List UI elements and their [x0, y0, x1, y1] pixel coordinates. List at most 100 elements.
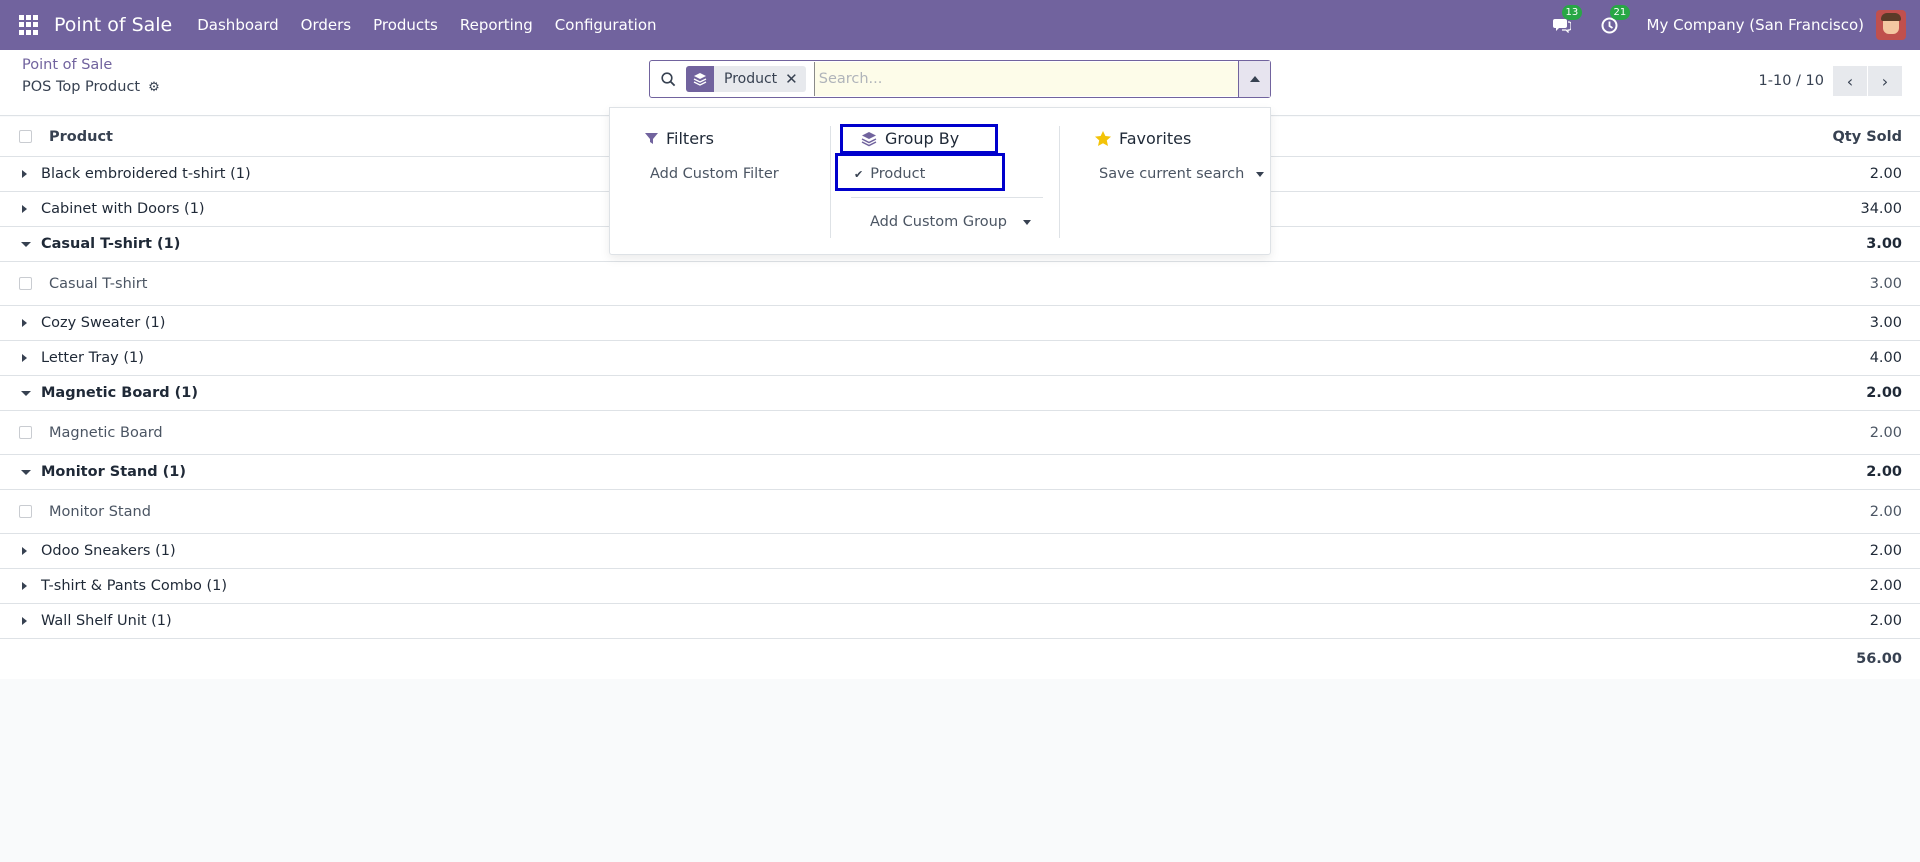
toggle-search-panel-button[interactable]	[1238, 61, 1270, 97]
group-row[interactable]: Letter Tray (1) 4.00	[0, 341, 1920, 376]
group-label: Odoo Sneakers (1)	[41, 543, 176, 559]
group-qty-sold: 2.00	[1866, 464, 1902, 480]
activities-clock-icon[interactable]: 21	[1599, 5, 1631, 36]
menu-products[interactable]: Products	[362, 16, 449, 34]
caret-right-icon	[22, 170, 36, 178]
save-current-search-toggle[interactable]: Save current search	[1099, 166, 1265, 182]
group-row[interactable]: Magnetic Board (1) 2.00	[0, 376, 1920, 411]
caret-right-icon	[22, 354, 36, 362]
group-qty-sold: 3.00	[1866, 236, 1902, 252]
groupby-option-highlight	[835, 153, 1005, 191]
chevron-down-icon	[1256, 171, 1265, 177]
caret-right-icon	[22, 547, 36, 555]
select-all-checkbox[interactable]	[19, 130, 32, 143]
row-checkbox[interactable]	[19, 505, 32, 518]
menu-reporting[interactable]: Reporting	[449, 16, 544, 34]
layers-icon	[686, 66, 714, 92]
activities-count-badge: 21	[1609, 5, 1631, 20]
favorites-column: Favorites Save current search	[1060, 108, 1272, 256]
column-header-product[interactable]: Product	[49, 129, 113, 145]
qty-sold-cell: 2.00	[1869, 424, 1902, 441]
column-header-qty-sold[interactable]: Qty Sold	[1832, 129, 1902, 145]
gear-icon[interactable]: ⚙	[148, 80, 160, 95]
search-input[interactable]	[813, 62, 1238, 96]
favorites-title-label: Favorites	[1119, 129, 1192, 148]
company-switcher[interactable]: My Company (San Francisco)	[1647, 16, 1864, 34]
table-row[interactable]: Monitor Stand 2.00	[0, 490, 1920, 534]
caret-down-icon	[21, 390, 36, 396]
filters-column: Filters Add Custom Filter	[610, 108, 830, 256]
add-custom-group-select[interactable]: Add Custom Group	[870, 214, 1031, 230]
caret-right-icon	[22, 205, 36, 213]
group-qty-sold: 2.00	[1866, 385, 1902, 401]
group-row[interactable]: Monitor Stand (1) 2.00	[0, 455, 1920, 490]
group-qty-sold: 4.00	[1869, 350, 1902, 366]
menu-dashboard[interactable]: Dashboard	[186, 16, 289, 34]
group-label: Cozy Sweater (1)	[41, 315, 166, 331]
group-label: Letter Tray (1)	[41, 350, 144, 366]
total-row: 56.00	[0, 639, 1920, 679]
group-qty-sold: 2.00	[1869, 543, 1902, 559]
search-icon[interactable]	[650, 71, 686, 87]
product-cell: Casual T-shirt	[49, 275, 148, 292]
group-qty-sold: 3.00	[1869, 315, 1902, 331]
apps-menu-icon[interactable]	[19, 15, 39, 35]
chevron-down-icon	[1023, 219, 1031, 225]
filters-title-label: Filters	[666, 129, 714, 148]
pager: 1-10 / 10 ‹ ›	[1759, 66, 1902, 96]
divider	[851, 197, 1043, 198]
menu-orders[interactable]: Orders	[290, 16, 362, 34]
group-label: Cabinet with Doors (1)	[41, 201, 205, 217]
search-bar: Product ✕	[649, 60, 1271, 98]
group-qty-sold: 2.00	[1869, 578, 1902, 594]
menu-configuration[interactable]: Configuration	[544, 16, 668, 34]
group-label: Wall Shelf Unit (1)	[41, 613, 172, 629]
groupby-column: Group By ✔ Product Add Custom Group	[830, 124, 1060, 238]
favorites-title: Favorites	[1095, 129, 1191, 148]
app-name[interactable]: Point of Sale	[54, 14, 172, 36]
save-current-search-label: Save current search	[1099, 166, 1245, 182]
group-label: Black embroidered t-shirt (1)	[41, 166, 251, 182]
pager-previous-button[interactable]: ‹	[1833, 66, 1867, 96]
group-row[interactable]: Cozy Sweater (1) 3.00	[0, 306, 1920, 341]
row-checkbox[interactable]	[19, 426, 32, 439]
add-custom-group-label: Add Custom Group	[870, 214, 1007, 230]
breadcrumb-point-of-sale[interactable]: Point of Sale	[22, 57, 112, 73]
caret-right-icon	[22, 582, 36, 590]
qty-sold-cell: 3.00	[1869, 275, 1902, 292]
group-row[interactable]: Wall Shelf Unit (1) 2.00	[0, 604, 1920, 639]
search-facet-groupby: Product ✕	[686, 66, 806, 92]
caret-down-icon	[21, 241, 36, 247]
groupby-title-highlight	[840, 124, 998, 154]
page-title-label: POS Top Product	[22, 79, 141, 95]
messages-icon[interactable]: 13	[1551, 5, 1583, 36]
group-qty-sold: 34.00	[1860, 201, 1902, 217]
add-custom-filter-button[interactable]: Add Custom Filter	[650, 166, 779, 182]
page-title: POS Top Product ⚙	[22, 79, 160, 95]
group-qty-sold: 2.00	[1869, 613, 1902, 629]
filters-title: Filters	[645, 129, 714, 148]
group-qty-sold: 2.00	[1869, 166, 1902, 182]
top-navbar: Point of Sale Dashboard Orders Products …	[0, 0, 1920, 50]
table-row[interactable]: Magnetic Board 2.00	[0, 411, 1920, 455]
group-label: Monitor Stand (1)	[41, 464, 187, 480]
group-label: Magnetic Board (1)	[41, 385, 199, 401]
caret-right-icon	[22, 617, 36, 625]
filter-icon	[645, 133, 658, 144]
search-panel-dropdown: Filters Add Custom Filter Group By ✔ Pro…	[609, 107, 1271, 255]
group-label: T-shirt & Pants Combo (1)	[41, 578, 228, 594]
pager-next-button[interactable]: ›	[1868, 66, 1902, 96]
user-avatar[interactable]	[1876, 10, 1906, 40]
messages-count-badge: 13	[1561, 5, 1583, 20]
group-row[interactable]: Odoo Sneakers (1) 2.00	[0, 534, 1920, 569]
product-cell: Magnetic Board	[49, 424, 163, 441]
row-checkbox[interactable]	[19, 277, 32, 290]
caret-right-icon	[22, 319, 36, 327]
close-icon[interactable]: ✕	[785, 70, 806, 88]
group-label: Casual T-shirt (1)	[41, 236, 181, 252]
caret-up-icon	[1249, 76, 1260, 82]
table-row[interactable]: Casual T-shirt 3.00	[0, 262, 1920, 306]
total-qty-sold: 56.00	[1856, 651, 1902, 667]
pager-value[interactable]: 1-10 / 10	[1759, 73, 1824, 89]
group-row[interactable]: T-shirt & Pants Combo (1) 2.00	[0, 569, 1920, 604]
